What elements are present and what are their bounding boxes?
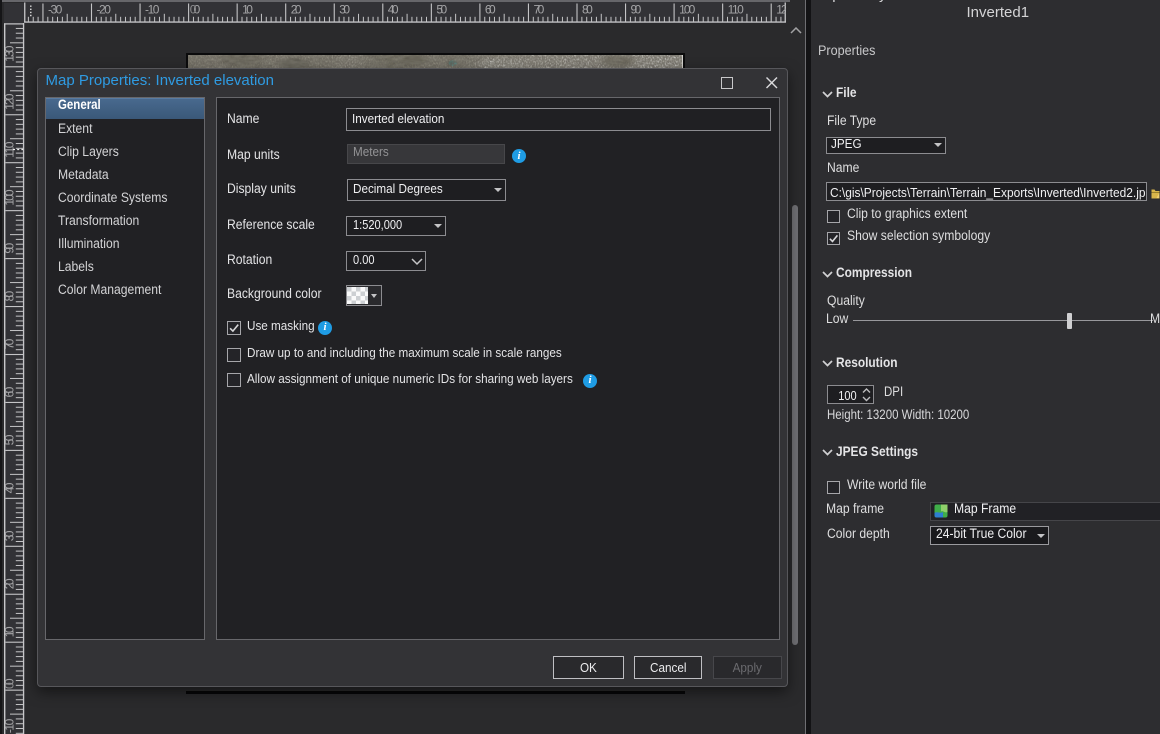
svg-text:80: 80	[3, 290, 17, 301]
svg-text:20: 20	[3, 578, 17, 589]
svg-text:0: 0	[190, 3, 197, 17]
svg-text:100: 100	[3, 189, 17, 206]
svg-text:20: 20	[291, 3, 302, 17]
svg-text:130: 130	[3, 45, 17, 62]
svg-text:70: 70	[533, 3, 544, 17]
svg-text:30: 30	[3, 530, 17, 541]
svg-text:120: 120	[776, 3, 786, 17]
svg-text:-20: -20	[97, 3, 112, 17]
svg-text:40: 40	[388, 3, 399, 17]
svg-text:60: 60	[485, 3, 496, 17]
svg-text:50: 50	[3, 434, 17, 445]
svg-text:90: 90	[631, 3, 642, 17]
svg-text:-10: -10	[3, 718, 17, 733]
svg-text:10: 10	[242, 3, 253, 17]
svg-text:30: 30	[339, 3, 350, 17]
svg-text:70: 70	[3, 338, 17, 349]
svg-text:110: 110	[728, 3, 745, 17]
svg-text:40: 40	[3, 482, 17, 493]
svg-text:10: 10	[3, 626, 17, 637]
svg-text:50: 50	[436, 3, 447, 17]
svg-text:0: 0	[3, 682, 17, 689]
svg-text:60: 60	[3, 386, 17, 397]
svg-text:-30: -30	[48, 3, 63, 17]
svg-text:100: 100	[679, 3, 696, 17]
svg-text:80: 80	[582, 3, 593, 17]
svg-text:90: 90	[3, 242, 17, 253]
svg-text:-10: -10	[145, 3, 160, 17]
svg-text:120: 120	[3, 93, 17, 110]
